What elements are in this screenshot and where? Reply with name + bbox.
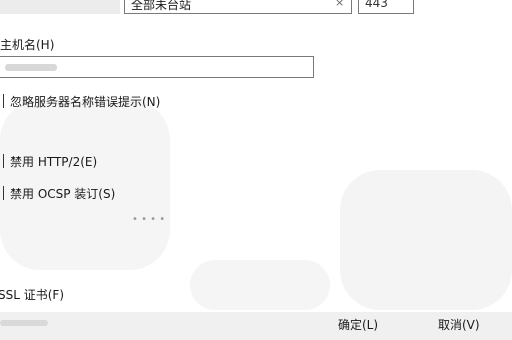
hostname-placeholder-blur <box>5 64 57 71</box>
ssl-cert-label: SSL 证书(F) <box>0 288 65 302</box>
port-value: 443 <box>365 0 388 10</box>
checkbox[interactable] <box>0 94 4 108</box>
background-shape <box>190 260 330 310</box>
disable-ocsp-label: 禁用 OCSP 装订(S) <box>10 187 116 201</box>
ignore-hostname-mismatch-label: 忽略服务器名称错误提示(N) <box>10 95 161 109</box>
mode-select[interactable]: 全部未台站 × <box>124 0 352 14</box>
ignore-hostname-mismatch-option[interactable]: 忽略服务器名称错误提示(N) <box>0 93 160 109</box>
background-shape <box>340 170 512 310</box>
disable-ocsp-option[interactable]: 禁用 OCSP 装订(S) <box>0 185 140 201</box>
disable-http2-option[interactable]: 禁用 HTTP/2(E) <box>0 153 110 169</box>
checkbox[interactable] <box>0 154 4 168</box>
port-input[interactable]: 443 <box>358 0 414 14</box>
checkbox[interactable] <box>0 186 4 200</box>
mode-select-value: 全部未台站 <box>131 0 192 12</box>
clear-icon[interactable]: × <box>335 0 344 9</box>
footer-bar <box>0 312 512 340</box>
hostname-label: 主机名(H) <box>0 38 55 52</box>
footer-dots <box>0 320 48 326</box>
disable-http2-label: 禁用 HTTP/2(E) <box>10 155 98 169</box>
background-shape <box>0 0 120 14</box>
faint-text: • • • • <box>132 214 166 225</box>
confirm-button[interactable]: 确定(L) <box>338 316 378 333</box>
hostname-input[interactable] <box>0 56 314 78</box>
cancel-button[interactable]: 取消(V) <box>438 316 480 333</box>
